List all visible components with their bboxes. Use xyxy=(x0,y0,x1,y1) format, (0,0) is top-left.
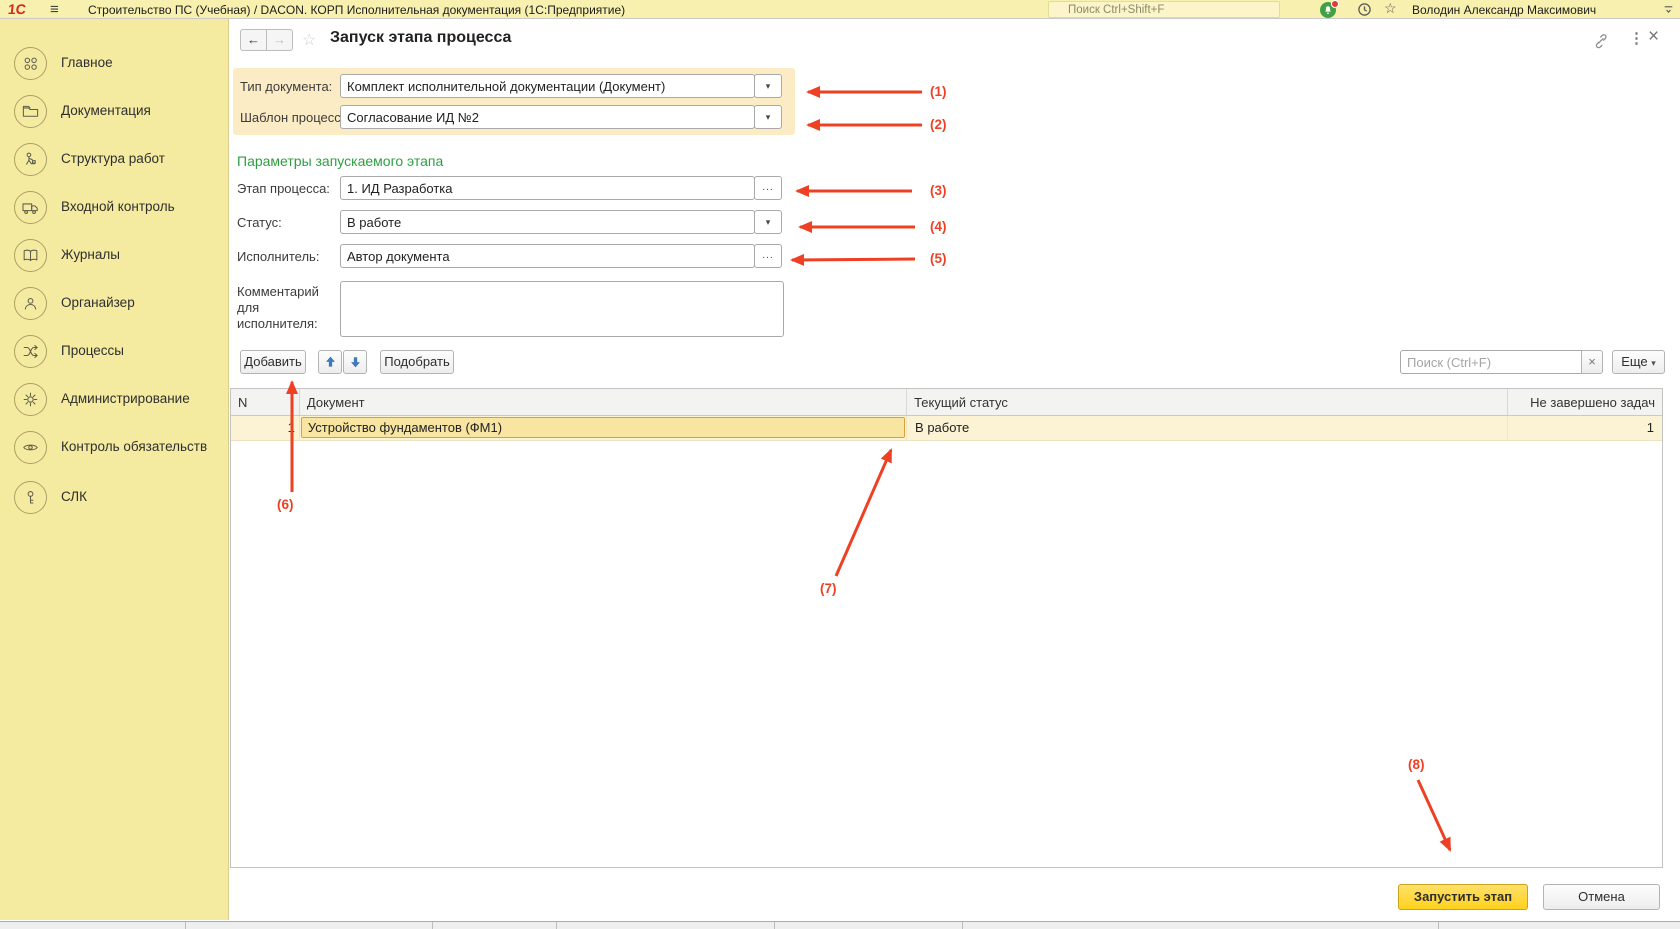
app-title: Строительство ПС (Учебная) / DACON. КОРП… xyxy=(88,3,625,17)
comment-label: Комментарий для исполнителя: xyxy=(237,284,337,332)
template-label: Шаблон процесса: xyxy=(240,110,352,125)
column-header-status[interactable]: Текущий статус xyxy=(907,389,1508,415)
person-icon xyxy=(14,287,47,320)
table-header: N Документ Текущий статус Не завершено з… xyxy=(231,389,1662,416)
page-title: Запуск этапа процесса xyxy=(330,29,511,47)
executor-input[interactable] xyxy=(340,244,755,268)
stage-select-button[interactable]: ... xyxy=(754,176,782,200)
clear-search-button[interactable]: × xyxy=(1581,350,1603,374)
selected-cell[interactable]: Устройство фундаментов (ФМ1) xyxy=(301,417,905,438)
gear-icon xyxy=(14,383,47,416)
column-header-n[interactable]: N xyxy=(231,389,300,415)
user-menu[interactable]: Володин Александр Максимович xyxy=(1412,3,1596,17)
collapse-panel-icon[interactable] xyxy=(1662,3,1675,16)
doc-type-label: Тип документа: xyxy=(240,79,332,94)
hamburger-icon[interactable]: ≡ xyxy=(50,0,59,19)
column-header-document[interactable]: Документ xyxy=(300,389,907,415)
column-header-unfinished-tasks[interactable]: Не завершено задач xyxy=(1508,389,1662,415)
doc-type-dropdown-button[interactable]: ▾ xyxy=(754,74,782,98)
app-window: 1С ≡ Строительство ПС (Учебная) / DACON.… xyxy=(0,0,1680,929)
sidebar: Главное Документация Структура работ Вхо… xyxy=(0,19,229,920)
status-input[interactable] xyxy=(340,210,755,234)
annotation-label-2: (2) xyxy=(930,117,947,132)
sidebar-item-dokumentaciya[interactable]: Документация xyxy=(0,95,229,135)
status-dropdown-button[interactable]: ▾ xyxy=(754,210,782,234)
pick-button[interactable]: Подобрать xyxy=(380,350,454,374)
row-number-cell[interactable]: 1 xyxy=(231,416,300,440)
home-grid-icon xyxy=(14,47,47,80)
annotation-label-1: (1) xyxy=(930,84,947,99)
template-input[interactable] xyxy=(340,105,755,129)
add-button[interactable]: Добавить xyxy=(240,350,306,374)
global-search-input[interactable] xyxy=(1048,1,1280,18)
template-dropdown-button[interactable]: ▾ xyxy=(754,105,782,129)
link-icon[interactable] xyxy=(1592,32,1609,49)
book-icon xyxy=(14,239,47,272)
sidebar-item-slk[interactable]: СЛК xyxy=(0,481,229,521)
executor-comment-textarea[interactable] xyxy=(340,281,784,337)
sidebar-item-administrirovanie[interactable]: Администрирование xyxy=(0,383,229,423)
worker-icon xyxy=(14,143,47,176)
sidebar-item-organajzer[interactable]: Органайзер xyxy=(0,287,229,327)
sidebar-item-vhodnoj-kontrol[interactable]: Входной контроль xyxy=(0,191,229,231)
window-taskbar[interactable] xyxy=(0,921,1680,929)
1c-logo-icon: 1С xyxy=(7,1,27,17)
folder-icon xyxy=(14,95,47,128)
move-down-button[interactable] xyxy=(343,350,367,374)
sidebar-item-processy[interactable]: Процессы xyxy=(0,335,229,375)
more-dots-icon[interactable]: ⋮ xyxy=(1629,29,1644,47)
annotation-label-5: (5) xyxy=(930,251,947,266)
favorite-star-icon[interactable]: ☆ xyxy=(302,30,316,50)
annotation-label-4: (4) xyxy=(930,219,947,234)
sidebar-item-kontrol-obyazatelstv[interactable]: Контроль обязательств xyxy=(0,431,229,471)
stage-label: Этап процесса: xyxy=(237,181,330,196)
documents-table: N Документ Текущий статус Не завершено з… xyxy=(230,388,1663,868)
top-bar: 1С ≡ Строительство ПС (Учебная) / DACON.… xyxy=(0,0,1680,19)
unfinished-tasks-cell[interactable]: 1 xyxy=(1508,416,1662,440)
table-row[interactable]: 1 Устройство фундаментов (ФМ1) В работе … xyxy=(231,416,1662,441)
history-icon[interactable] xyxy=(1357,2,1372,17)
sidebar-item-struktura-rabot[interactable]: Структура работ xyxy=(0,143,229,183)
more-button[interactable]: Еще ▾ xyxy=(1612,350,1665,374)
executor-select-button[interactable]: ... xyxy=(754,244,782,268)
stage-input[interactable] xyxy=(340,176,755,200)
eye-icon xyxy=(14,431,47,464)
executor-label: Исполнитель: xyxy=(237,249,319,264)
section-title: Параметры запускаемого этапа xyxy=(237,153,443,169)
sidebar-item-zhurnaly[interactable]: Журналы xyxy=(0,239,229,279)
start-stage-button[interactable]: Запустить этап xyxy=(1398,884,1528,910)
doc-type-input[interactable] xyxy=(340,74,755,98)
table-search-input[interactable] xyxy=(1400,350,1582,374)
notification-badge xyxy=(1331,0,1339,8)
status-label: Статус: xyxy=(237,215,282,230)
chevron-down-icon: ▾ xyxy=(1651,358,1656,368)
cancel-button[interactable]: Отмена xyxy=(1543,884,1660,910)
document-cell[interactable]: Устройство фундаментов (ФМ1) xyxy=(300,416,907,440)
process-arrows-icon xyxy=(14,335,47,368)
favorites-star-icon[interactable]: ☆ xyxy=(1384,0,1397,17)
move-up-button[interactable] xyxy=(318,350,342,374)
back-button[interactable]: ← xyxy=(240,29,267,51)
close-icon[interactable]: × xyxy=(1648,26,1659,48)
key-icon xyxy=(14,481,47,514)
truck-icon xyxy=(14,191,47,224)
more-button-label: Еще xyxy=(1621,354,1647,369)
forward-button[interactable]: → xyxy=(266,29,293,51)
status-cell[interactable]: В работе xyxy=(907,416,1508,440)
sidebar-item-glavnoe[interactable]: Главное xyxy=(0,47,229,87)
annotation-arrow-5 xyxy=(792,259,915,260)
annotation-label-3: (3) xyxy=(930,183,947,198)
